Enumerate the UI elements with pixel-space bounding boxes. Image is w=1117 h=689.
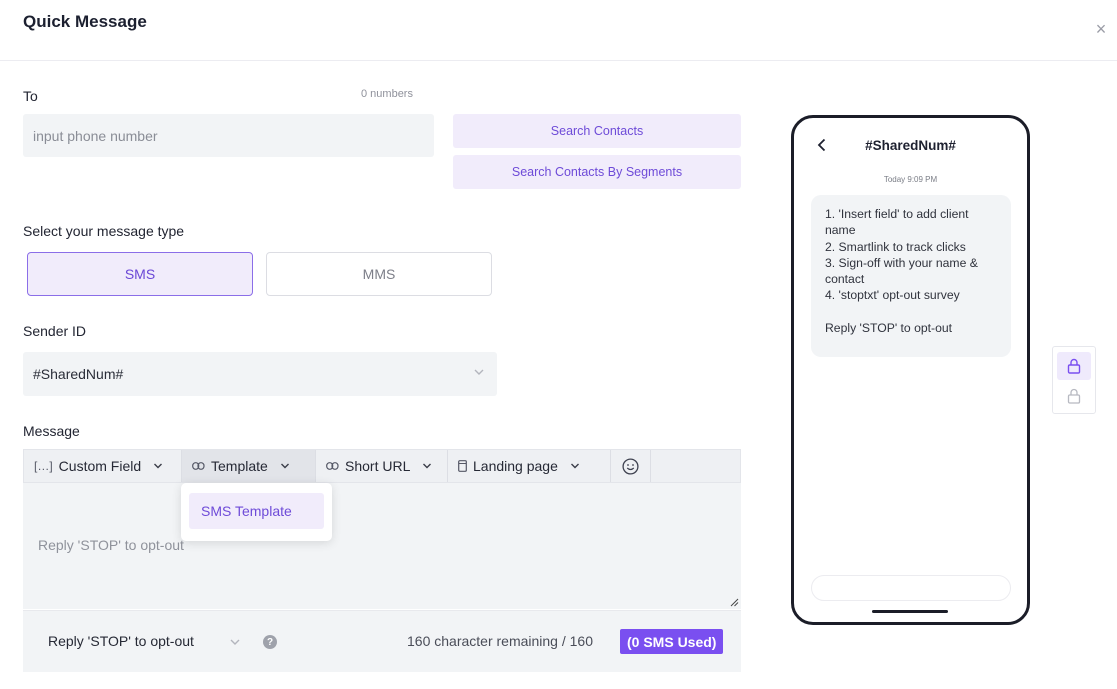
preview-sender: #SharedNum# — [865, 138, 956, 153]
dialog-title: Quick Message — [23, 12, 147, 31]
search-contacts-button[interactable]: Search Contacts — [453, 114, 741, 148]
home-indicator — [872, 610, 948, 613]
lock-button[interactable] — [1057, 382, 1091, 410]
dialog-header: Quick Message × — [0, 0, 1117, 61]
message-type-label: Select your message type — [23, 223, 185, 239]
short-url-dropdown[interactable]: Short URL — [316, 450, 448, 482]
to-label: To — [23, 88, 38, 104]
template-menu: SMS Template — [181, 483, 332, 541]
chevron-down-icon — [154, 463, 163, 469]
custom-field-label: Custom Field — [58, 458, 142, 474]
chevron-down-icon — [474, 369, 484, 375]
help-icon[interactable]: ? — [263, 635, 277, 649]
template-dropdown[interactable]: Template — [182, 450, 316, 482]
message-label: Message — [23, 423, 80, 439]
message-footer: Reply 'STOP' to opt-out ? 160 character … — [23, 610, 741, 672]
emoji-icon — [622, 457, 639, 475]
lock-icon — [1067, 388, 1081, 404]
chevron-down-icon — [570, 463, 579, 469]
numbers-count: 0 numbers — [361, 88, 413, 100]
sender-id-select[interactable]: #SharedNum# — [23, 352, 497, 396]
close-icon[interactable]: × — [1092, 20, 1110, 38]
unlock-button[interactable] — [1057, 352, 1091, 380]
emoji-button[interactable] — [611, 450, 651, 482]
search-contacts-segments-button[interactable]: Search Contacts By Segments — [453, 155, 741, 189]
sms-type-button[interactable]: SMS — [27, 252, 253, 296]
preview-timestamp: Today 9:09 PM — [883, 175, 938, 184]
preview-message-bubble: 1. 'Insert field' to add client name 2. … — [811, 195, 1011, 357]
template-label: Template — [211, 458, 268, 474]
short-url-label: Short URL — [345, 458, 411, 474]
optout-select[interactable]: Reply 'STOP' to opt-out — [48, 633, 194, 649]
sms-used-badge: (0 SMS Used) — [620, 629, 724, 654]
resize-handle-icon[interactable] — [729, 597, 739, 607]
link-icon — [192, 462, 205, 470]
page-icon — [458, 460, 467, 472]
landing-page-label: Landing page — [473, 458, 558, 474]
chevron-down-icon[interactable] — [229, 636, 241, 648]
link-icon — [326, 462, 339, 470]
preview-input-bar — [811, 575, 1011, 601]
landing-page-dropdown[interactable]: Landing page — [448, 450, 611, 482]
sender-id-label: Sender ID — [23, 323, 87, 339]
mms-type-button[interactable]: MMS — [266, 252, 492, 296]
sms-template-option[interactable]: SMS Template — [189, 493, 324, 529]
chevron-down-icon — [280, 463, 289, 469]
lock-panel — [1052, 346, 1096, 414]
phone-preview: #SharedNum# Today 9:09 PM 1. 'Insert fie… — [791, 115, 1030, 625]
custom-field-icon: […] — [34, 459, 53, 473]
phone-number-input[interactable] — [23, 114, 434, 157]
chevron-down-icon — [423, 463, 432, 469]
message-toolbar: […] Custom Field Template Short URL Land… — [23, 449, 741, 483]
message-editor[interactable]: Reply 'STOP' to opt-out — [23, 483, 741, 609]
characters-remaining: 160 character remaining / 160 — [407, 633, 593, 649]
message-body: Reply 'STOP' to opt-out — [38, 537, 184, 553]
custom-field-dropdown[interactable]: […] Custom Field — [24, 450, 182, 482]
unlock-icon — [1067, 358, 1081, 374]
sender-id-value: #SharedNum# — [33, 366, 124, 382]
